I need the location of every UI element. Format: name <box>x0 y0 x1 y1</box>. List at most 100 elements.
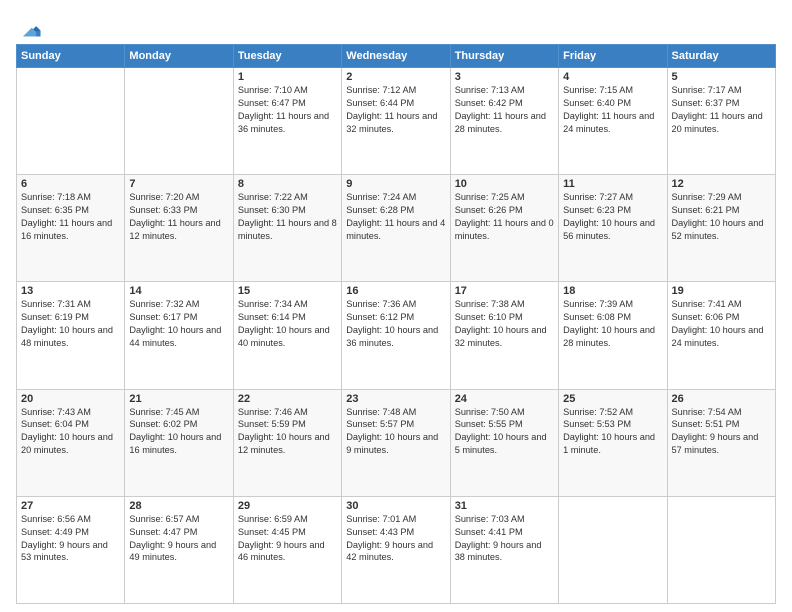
day-number: 11 <box>563 178 662 190</box>
day-number: 15 <box>238 285 337 297</box>
day-number: 20 <box>21 393 120 405</box>
day-number: 4 <box>563 71 662 83</box>
header <box>16 12 776 38</box>
logo <box>16 16 42 38</box>
day-number: 2 <box>346 71 445 83</box>
weekday-header-friday: Friday <box>559 45 667 68</box>
day-info: Sunrise: 7:13 AM Sunset: 6:42 PM Dayligh… <box>455 84 554 136</box>
calendar-table: SundayMondayTuesdayWednesdayThursdayFrid… <box>16 44 776 604</box>
day-number: 26 <box>672 393 771 405</box>
day-number: 31 <box>455 500 554 512</box>
day-info: Sunrise: 6:59 AM Sunset: 4:45 PM Dayligh… <box>238 513 337 565</box>
calendar-cell: 28Sunrise: 6:57 AM Sunset: 4:47 PM Dayli… <box>125 496 233 603</box>
day-info: Sunrise: 6:56 AM Sunset: 4:49 PM Dayligh… <box>21 513 120 565</box>
day-number: 22 <box>238 393 337 405</box>
day-info: Sunrise: 7:18 AM Sunset: 6:35 PM Dayligh… <box>21 191 120 243</box>
day-info: Sunrise: 7:15 AM Sunset: 6:40 PM Dayligh… <box>563 84 662 136</box>
calendar-cell: 14Sunrise: 7:32 AM Sunset: 6:17 PM Dayli… <box>125 282 233 389</box>
weekday-header-tuesday: Tuesday <box>233 45 341 68</box>
day-info: Sunrise: 6:57 AM Sunset: 4:47 PM Dayligh… <box>129 513 228 565</box>
calendar-cell <box>559 496 667 603</box>
calendar-cell: 4Sunrise: 7:15 AM Sunset: 6:40 PM Daylig… <box>559 68 667 175</box>
day-number: 30 <box>346 500 445 512</box>
weekday-header-monday: Monday <box>125 45 233 68</box>
day-info: Sunrise: 7:41 AM Sunset: 6:06 PM Dayligh… <box>672 298 771 350</box>
calendar-cell: 25Sunrise: 7:52 AM Sunset: 5:53 PM Dayli… <box>559 389 667 496</box>
day-number: 19 <box>672 285 771 297</box>
day-number: 10 <box>455 178 554 190</box>
calendar-cell: 1Sunrise: 7:10 AM Sunset: 6:47 PM Daylig… <box>233 68 341 175</box>
weekday-header-saturday: Saturday <box>667 45 775 68</box>
day-info: Sunrise: 7:38 AM Sunset: 6:10 PM Dayligh… <box>455 298 554 350</box>
calendar-cell: 22Sunrise: 7:46 AM Sunset: 5:59 PM Dayli… <box>233 389 341 496</box>
day-number: 5 <box>672 71 771 83</box>
calendar-page: SundayMondayTuesdayWednesdayThursdayFrid… <box>0 0 792 612</box>
day-info: Sunrise: 7:17 AM Sunset: 6:37 PM Dayligh… <box>672 84 771 136</box>
calendar-cell: 11Sunrise: 7:27 AM Sunset: 6:23 PM Dayli… <box>559 175 667 282</box>
day-number: 28 <box>129 500 228 512</box>
weekday-header-thursday: Thursday <box>450 45 558 68</box>
calendar-cell: 19Sunrise: 7:41 AM Sunset: 6:06 PM Dayli… <box>667 282 775 389</box>
week-row-1: 1Sunrise: 7:10 AM Sunset: 6:47 PM Daylig… <box>17 68 776 175</box>
day-number: 14 <box>129 285 228 297</box>
day-number: 13 <box>21 285 120 297</box>
weekday-header-sunday: Sunday <box>17 45 125 68</box>
calendar-cell: 6Sunrise: 7:18 AM Sunset: 6:35 PM Daylig… <box>17 175 125 282</box>
day-number: 3 <box>455 71 554 83</box>
day-info: Sunrise: 7:22 AM Sunset: 6:30 PM Dayligh… <box>238 191 337 243</box>
day-number: 24 <box>455 393 554 405</box>
day-info: Sunrise: 7:54 AM Sunset: 5:51 PM Dayligh… <box>672 406 771 458</box>
day-info: Sunrise: 7:50 AM Sunset: 5:55 PM Dayligh… <box>455 406 554 458</box>
calendar-cell: 16Sunrise: 7:36 AM Sunset: 6:12 PM Dayli… <box>342 282 450 389</box>
day-number: 8 <box>238 178 337 190</box>
calendar-cell: 20Sunrise: 7:43 AM Sunset: 6:04 PM Dayli… <box>17 389 125 496</box>
day-number: 16 <box>346 285 445 297</box>
week-row-4: 20Sunrise: 7:43 AM Sunset: 6:04 PM Dayli… <box>17 389 776 496</box>
day-info: Sunrise: 7:27 AM Sunset: 6:23 PM Dayligh… <box>563 191 662 243</box>
day-info: Sunrise: 7:31 AM Sunset: 6:19 PM Dayligh… <box>21 298 120 350</box>
day-info: Sunrise: 7:01 AM Sunset: 4:43 PM Dayligh… <box>346 513 445 565</box>
day-number: 23 <box>346 393 445 405</box>
day-number: 17 <box>455 285 554 297</box>
day-number: 29 <box>238 500 337 512</box>
day-number: 12 <box>672 178 771 190</box>
calendar-cell: 8Sunrise: 7:22 AM Sunset: 6:30 PM Daylig… <box>233 175 341 282</box>
calendar-cell: 24Sunrise: 7:50 AM Sunset: 5:55 PM Dayli… <box>450 389 558 496</box>
day-info: Sunrise: 7:03 AM Sunset: 4:41 PM Dayligh… <box>455 513 554 565</box>
calendar-cell: 12Sunrise: 7:29 AM Sunset: 6:21 PM Dayli… <box>667 175 775 282</box>
day-info: Sunrise: 7:24 AM Sunset: 6:28 PM Dayligh… <box>346 191 445 243</box>
calendar-cell: 15Sunrise: 7:34 AM Sunset: 6:14 PM Dayli… <box>233 282 341 389</box>
calendar-cell: 9Sunrise: 7:24 AM Sunset: 6:28 PM Daylig… <box>342 175 450 282</box>
day-info: Sunrise: 7:48 AM Sunset: 5:57 PM Dayligh… <box>346 406 445 458</box>
day-number: 25 <box>563 393 662 405</box>
calendar-cell <box>667 496 775 603</box>
day-info: Sunrise: 7:20 AM Sunset: 6:33 PM Dayligh… <box>129 191 228 243</box>
day-number: 7 <box>129 178 228 190</box>
week-row-3: 13Sunrise: 7:31 AM Sunset: 6:19 PM Dayli… <box>17 282 776 389</box>
day-info: Sunrise: 7:52 AM Sunset: 5:53 PM Dayligh… <box>563 406 662 458</box>
week-row-5: 27Sunrise: 6:56 AM Sunset: 4:49 PM Dayli… <box>17 496 776 603</box>
day-info: Sunrise: 7:45 AM Sunset: 6:02 PM Dayligh… <box>129 406 228 458</box>
day-number: 9 <box>346 178 445 190</box>
calendar-cell <box>17 68 125 175</box>
calendar-cell: 10Sunrise: 7:25 AM Sunset: 6:26 PM Dayli… <box>450 175 558 282</box>
calendar-cell: 18Sunrise: 7:39 AM Sunset: 6:08 PM Dayli… <box>559 282 667 389</box>
day-number: 27 <box>21 500 120 512</box>
calendar-cell: 29Sunrise: 6:59 AM Sunset: 4:45 PM Dayli… <box>233 496 341 603</box>
day-number: 1 <box>238 71 337 83</box>
logo-icon <box>20 16 42 38</box>
day-info: Sunrise: 7:12 AM Sunset: 6:44 PM Dayligh… <box>346 84 445 136</box>
calendar-cell: 17Sunrise: 7:38 AM Sunset: 6:10 PM Dayli… <box>450 282 558 389</box>
day-info: Sunrise: 7:34 AM Sunset: 6:14 PM Dayligh… <box>238 298 337 350</box>
calendar-cell: 27Sunrise: 6:56 AM Sunset: 4:49 PM Dayli… <box>17 496 125 603</box>
calendar-cell: 7Sunrise: 7:20 AM Sunset: 6:33 PM Daylig… <box>125 175 233 282</box>
calendar-cell: 30Sunrise: 7:01 AM Sunset: 4:43 PM Dayli… <box>342 496 450 603</box>
calendar-cell: 26Sunrise: 7:54 AM Sunset: 5:51 PM Dayli… <box>667 389 775 496</box>
week-row-2: 6Sunrise: 7:18 AM Sunset: 6:35 PM Daylig… <box>17 175 776 282</box>
day-info: Sunrise: 7:46 AM Sunset: 5:59 PM Dayligh… <box>238 406 337 458</box>
day-info: Sunrise: 7:36 AM Sunset: 6:12 PM Dayligh… <box>346 298 445 350</box>
weekday-header-row: SundayMondayTuesdayWednesdayThursdayFrid… <box>17 45 776 68</box>
calendar-cell: 5Sunrise: 7:17 AM Sunset: 6:37 PM Daylig… <box>667 68 775 175</box>
day-info: Sunrise: 7:29 AM Sunset: 6:21 PM Dayligh… <box>672 191 771 243</box>
day-info: Sunrise: 7:43 AM Sunset: 6:04 PM Dayligh… <box>21 406 120 458</box>
